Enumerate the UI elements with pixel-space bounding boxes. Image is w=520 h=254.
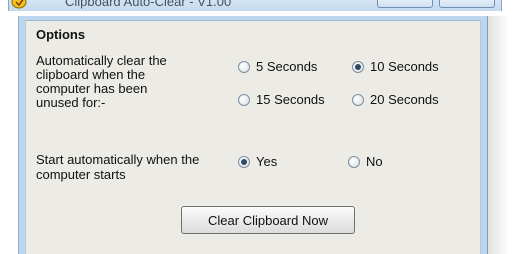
radio-label: Yes (256, 154, 278, 169)
title-bar[interactable]: Clipboard Auto-Clear - V1.00 (8, 0, 502, 11)
start-automatically-label: Start automatically when the computer st… (36, 152, 226, 182)
start-label-line: Start automatically when the (36, 152, 200, 167)
radio-indicator[interactable] (238, 60, 250, 73)
options-heading: Options (36, 27, 86, 42)
minimize-button[interactable] (377, 0, 433, 8)
window-frame: Options Automatically clear the clipboar… (18, 16, 488, 254)
radio-15-seconds[interactable]: 15 Seconds (238, 92, 325, 107)
radio-label: 15 Seconds (256, 92, 325, 107)
clear-clipboard-now-button[interactable]: Clear Clipboard Now (181, 206, 355, 234)
app-window: Clipboard Auto-Clear - V1.00 Options Aut… (0, 0, 520, 254)
window-title: Clipboard Auto-Clear - V1.00 (65, 0, 232, 9)
clipboard-app-icon (11, 0, 27, 9)
options-panel: Options Automatically clear the clipboar… (25, 20, 481, 254)
radio-10-seconds[interactable]: 10 Seconds (352, 59, 439, 74)
description-line: computer has been (36, 81, 148, 96)
radio-5-seconds[interactable]: 5 Seconds (238, 59, 317, 74)
radio-indicator[interactable] (348, 155, 360, 168)
radio-label: 20 Seconds (370, 92, 439, 107)
description-line: clipboard when the (36, 67, 146, 82)
description-line: unused for:- (36, 95, 106, 110)
auto-clear-description: Automatically clear the clipboard when t… (36, 54, 206, 110)
radio-label: No (366, 154, 383, 169)
description-line: Automatically clear the (36, 53, 167, 68)
radio-label: 5 Seconds (256, 59, 318, 74)
radio-indicator[interactable] (352, 60, 364, 73)
close-button[interactable] (439, 0, 495, 8)
window-shadow (487, 16, 509, 254)
radio-20-seconds[interactable]: 20 Seconds (352, 92, 439, 107)
radio-indicator[interactable] (238, 155, 250, 168)
radio-start-yes[interactable]: Yes (238, 154, 277, 169)
radio-indicator[interactable] (238, 93, 250, 106)
radio-label: 10 Seconds (370, 59, 439, 74)
start-label-line: computer starts (36, 167, 126, 182)
radio-start-no[interactable]: No (348, 154, 383, 169)
radio-indicator[interactable] (352, 93, 364, 106)
